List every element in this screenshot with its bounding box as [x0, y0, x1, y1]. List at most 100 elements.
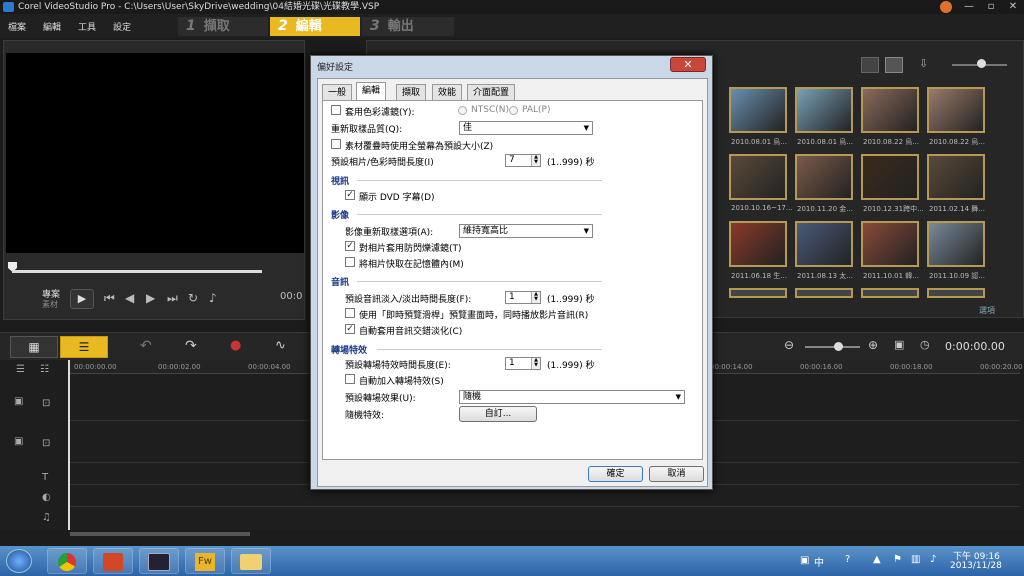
tray-flag-icon[interactable]: ⚑ — [893, 554, 902, 565]
ok-button[interactable]: 確定 — [588, 466, 643, 482]
mode-clip[interactable]: 素材 — [42, 299, 58, 310]
overlay-track-ripple-icon[interactable]: ⊡ — [42, 438, 50, 449]
tab-performance[interactable]: 效能 — [432, 84, 463, 101]
music-track-icon[interactable]: ♫ — [42, 512, 51, 523]
transition-duration-spinner[interactable]: 1 ▲ ▼ — [505, 357, 541, 370]
library-thumbnail[interactable] — [729, 221, 787, 267]
step-capture[interactable]: 1 擷取 — [178, 17, 268, 36]
fit-clip-checkbox[interactable] — [331, 139, 341, 149]
ntsc-radio[interactable] — [458, 106, 467, 115]
auto-add-transition-checkbox[interactable] — [345, 374, 355, 384]
default-duration-spinner[interactable]: 7 ▲ ▼ — [505, 154, 541, 167]
record-icon[interactable]: ● — [230, 338, 241, 353]
timeline-scrollbar[interactable] — [70, 532, 250, 536]
overlay-track-icon[interactable]: ▣ — [14, 436, 23, 447]
repeat-icon[interactable]: ↻ — [188, 291, 198, 305]
zoom-in-icon[interactable]: ⊕ — [868, 338, 878, 352]
menu-edit[interactable]: 編輯 — [43, 20, 61, 33]
volume-icon[interactable]: ♪ — [209, 291, 217, 305]
preview-timecode[interactable]: 00:0 — [280, 291, 302, 302]
chapter-icon[interactable]: ☷ — [40, 364, 49, 375]
cancel-button[interactable]: 取消 — [649, 466, 704, 482]
zoom-out-icon[interactable]: ⊖ — [784, 338, 794, 352]
anti-flicker-checkbox[interactable]: ✓ — [345, 241, 355, 251]
library-thumbnail[interactable] — [729, 288, 787, 298]
audio-mixer-icon[interactable]: ∿ — [275, 338, 286, 353]
dialog-close-button[interactable]: ✕ — [670, 57, 706, 72]
tray-volume-icon[interactable]: ♪ — [930, 554, 936, 565]
audio-fade-spinner[interactable]: 1 ▲ ▼ — [505, 291, 541, 304]
menu-settings[interactable]: 設定 — [113, 20, 131, 33]
tab-capture[interactable]: 擷取 — [396, 84, 427, 101]
input-language[interactable]: 中 — [814, 554, 824, 569]
library-thumbnail[interactable] — [795, 87, 853, 133]
auto-crossfade-checkbox[interactable]: ✓ — [345, 324, 355, 334]
tray-network-icon[interactable]: ▥ — [911, 554, 920, 565]
zoom-handle[interactable] — [834, 342, 843, 351]
tray-help-icon[interactable]: ? — [845, 554, 850, 565]
cache-photos-checkbox[interactable] — [345, 257, 355, 267]
explorer-taskbar-icon[interactable] — [231, 548, 271, 574]
tab-general[interactable]: 一般 — [322, 84, 353, 101]
maximize-button[interactable]: ▫ — [980, 0, 1002, 14]
resample-quality-select[interactable]: 佳 ▼ — [459, 121, 593, 135]
user-icon[interactable] — [940, 1, 952, 13]
tab-edit[interactable]: 編輯 — [356, 82, 387, 102]
video-track-icon[interactable]: ▣ — [14, 396, 23, 407]
thumbnail-view-icon[interactable] — [885, 57, 903, 73]
next-frame-icon[interactable]: ▶ — [146, 291, 155, 305]
library-thumbnail[interactable] — [729, 87, 787, 133]
library-thumbnail[interactable] — [795, 221, 853, 267]
pal-radio[interactable] — [509, 106, 518, 115]
library-thumbnail[interactable] — [927, 154, 985, 200]
menu-tools[interactable]: 工具 — [78, 20, 96, 33]
show-dvd-subtitle-checkbox[interactable]: ✓ — [345, 190, 355, 200]
tray-ime-icon[interactable]: ▣ — [800, 555, 809, 566]
play-button[interactable]: ▶ — [70, 289, 94, 309]
library-thumbnail[interactable] — [927, 288, 985, 298]
storyboard-view-icon[interactable]: ▦ — [10, 336, 58, 358]
default-transition-select[interactable]: 隨機 ▼ — [459, 390, 685, 404]
library-thumbnail[interactable] — [927, 87, 985, 133]
minimize-button[interactable]: — — [958, 0, 980, 14]
library-thumbnail[interactable] — [861, 288, 919, 298]
thumb-size-handle[interactable] — [977, 59, 986, 68]
fit-project-icon[interactable]: ▣ — [894, 338, 904, 351]
step-share[interactable]: 3 輸出 — [362, 17, 454, 36]
instant-playback-checkbox[interactable] — [345, 308, 355, 318]
prev-frame-icon[interactable]: ◀ — [125, 291, 134, 305]
options-label[interactable]: 選項 — [979, 305, 995, 316]
menu-file[interactable]: 檔案 — [8, 20, 26, 33]
sort-icon[interactable]: ⇩ — [919, 57, 935, 73]
library-thumbnail[interactable] — [795, 154, 853, 200]
close-window-button[interactable]: ✕ — [1002, 0, 1024, 14]
library-thumbnail[interactable] — [927, 221, 985, 267]
videostudio-taskbar-icon[interactable] — [139, 548, 179, 574]
end-icon[interactable]: ⏭ — [167, 291, 178, 306]
timeline-timecode[interactable]: 0:00:00.00 — [945, 340, 1005, 353]
title-track-icon[interactable]: T — [42, 472, 48, 483]
tab-layout[interactable]: 介面配置 — [467, 84, 516, 101]
tray-date[interactable]: 2013/11/28 — [950, 561, 1002, 571]
scrubber-bar[interactable] — [12, 270, 262, 273]
powerpoint-taskbar-icon[interactable] — [93, 548, 133, 574]
video-track-ripple-icon[interactable]: ⊡ — [42, 398, 50, 409]
redo-icon[interactable]: ↷ — [185, 338, 197, 354]
playhead[interactable] — [68, 360, 70, 530]
library-thumbnail[interactable] — [861, 221, 919, 267]
library-thumbnail[interactable] — [861, 154, 919, 200]
track-manager-icon[interactable]: ☰ — [16, 364, 25, 375]
voice-track-icon[interactable]: ◐ — [42, 492, 51, 503]
chrome-taskbar-icon[interactable] — [47, 548, 87, 574]
apply-color-filter-checkbox[interactable] — [331, 105, 341, 115]
step-edit[interactable]: 2 編輯 — [270, 17, 360, 36]
undo-icon[interactable]: ↶ — [140, 338, 152, 354]
zoom-slider[interactable] — [805, 346, 860, 348]
fireworks-taskbar-icon[interactable]: Fw — [185, 548, 225, 574]
start-button[interactable] — [6, 549, 32, 573]
library-thumbnail[interactable] — [861, 87, 919, 133]
list-view-icon[interactable] — [861, 57, 879, 73]
customize-button[interactable]: 自訂... — [459, 406, 537, 422]
library-thumbnail[interactable] — [729, 154, 787, 200]
image-resample-select[interactable]: 維持寬高比 ▼ — [459, 224, 593, 238]
